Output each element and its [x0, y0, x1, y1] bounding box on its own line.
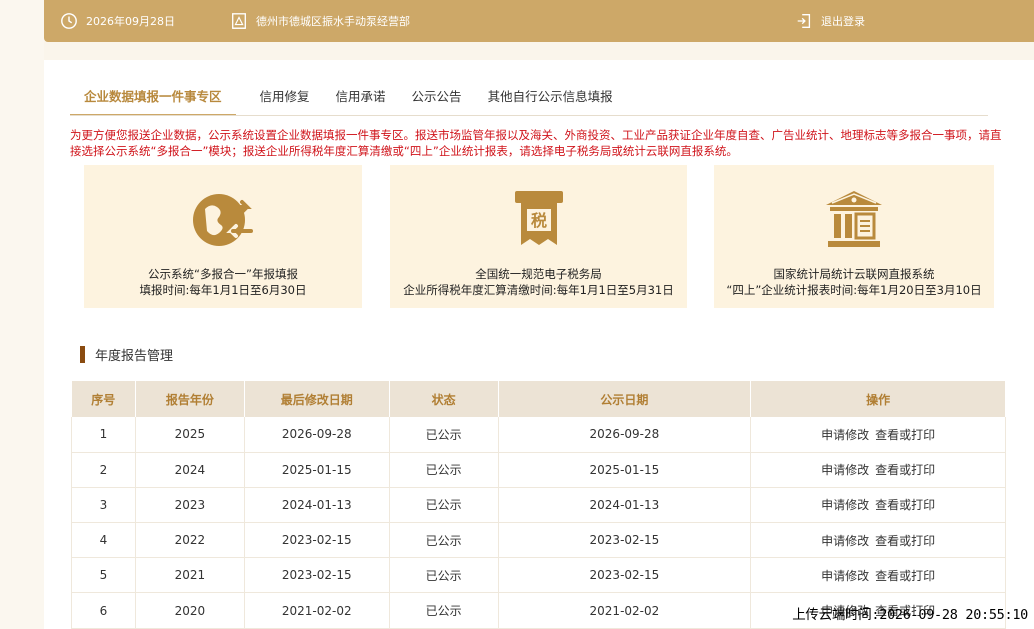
view-print-link[interactable]: 查看或打印 [875, 498, 935, 512]
cell-year: 2022 [135, 522, 245, 559]
cell-no: 3 [71, 487, 136, 524]
cell-modified: 2023-02-15 [244, 557, 390, 594]
section-title: 年度报告管理 [80, 345, 173, 364]
shop-name: 德州市德城区振水手动泵经营部 [256, 15, 410, 28]
cell-modified: 2024-01-13 [244, 487, 390, 524]
upload-timestamp: 上传云端时间:2026-09-28 20:55:10 [792, 607, 1028, 623]
table-row: 3 2023 2024-01-13 已公示 2024-01-13 申请修改 查看或打印 [71, 487, 1006, 524]
cell-year: 2025 [135, 417, 245, 453]
cell-actions: 申请修改 查看或打印 [750, 487, 1006, 524]
cell-no: 1 [71, 417, 136, 453]
logout-button[interactable]: 退出登录 [795, 0, 865, 42]
section-marker [80, 346, 85, 363]
cell-status: 已公示 [389, 592, 499, 629]
table-row: 2 2024 2025-01-15 已公示 2025-01-15 申请修改 查看或打印 [71, 452, 1006, 488]
table-row: 4 2022 2023-02-15 已公示 2023-02-15 申请修改 查看或打印 [71, 522, 1006, 559]
cell-status: 已公示 [389, 487, 499, 524]
table-row: 5 2021 2023-02-15 已公示 2023-02-15 申请修改 查看或打印 [71, 557, 1006, 594]
cell-status: 已公示 [389, 522, 499, 559]
statistics-bureau-icon [826, 191, 882, 247]
cell-actions: 申请修改 查看或打印 [750, 452, 1006, 488]
cell-status: 已公示 [389, 417, 499, 453]
cell-published: 2026-09-28 [498, 417, 752, 453]
column-header: 公示日期 [498, 381, 752, 417]
main-panel: 企业数据填报一件事专区 信用修复 信用承诺 公示公告 其他自行公示信息填报 为更… [44, 60, 1034, 629]
view-print-link[interactable]: 查看或打印 [875, 428, 935, 442]
cell-published: 2024-01-13 [498, 487, 752, 524]
cell-year: 2023 [135, 487, 245, 524]
request-modify-link[interactable]: 申请修改 [821, 498, 869, 512]
tab-credit-repair[interactable]: 信用修复 [260, 84, 310, 116]
tile-title: 全国统一规范电子税务局 [475, 267, 602, 281]
table-row: 1 2025 2026-09-28 已公示 2026-09-28 申请修改 查看或打印 [71, 417, 1006, 453]
column-header: 报告年份 [135, 381, 245, 417]
multi-report-icon [193, 194, 253, 246]
clock-icon [61, 13, 77, 29]
top-bar: 2026年09月28日 德州市德城区振水手动泵经营部 退出登录 [44, 0, 1034, 42]
shop-icon [232, 13, 246, 29]
table-header-row: 序号 报告年份 最后修改日期 状态 公示日期 操作 [71, 381, 1006, 417]
tab-bar: 企业数据填报一件事专区 信用修复 信用承诺 公示公告 其他自行公示信息填报 [70, 84, 639, 116]
cell-no: 6 [71, 592, 136, 629]
logout-label: 退出登录 [821, 15, 865, 28]
view-print-link[interactable]: 查看或打印 [875, 463, 935, 477]
view-print-link[interactable]: 查看或打印 [875, 534, 935, 548]
tab-announcements[interactable]: 公示公告 [412, 84, 462, 116]
cell-actions: 申请修改 查看或打印 [750, 522, 1006, 559]
cell-modified: 2023-02-15 [244, 522, 390, 559]
cell-no: 5 [71, 557, 136, 594]
tile-subtitle: “四上”企业统计报表时间:每年1月20日至3月10日 [726, 283, 982, 297]
cell-modified: 2025-01-15 [244, 452, 390, 488]
column-header: 操作 [750, 381, 1006, 417]
current-date: 2026年09月28日 [86, 15, 175, 28]
tile-subtitle: 企业所得税年度汇算清缴时间:每年1月1日至5月31日 [403, 283, 674, 297]
request-modify-link[interactable]: 申请修改 [821, 534, 869, 548]
view-print-link[interactable]: 查看或打印 [875, 569, 935, 583]
cell-published: 2023-02-15 [498, 557, 752, 594]
notice-text: 为更方便您报送企业数据，公示系统设置企业数据填报一件事专区。报送市场监管年报以及… [70, 128, 1002, 158]
cell-no: 4 [71, 522, 136, 559]
cell-year: 2020 [135, 592, 245, 629]
cell-year: 2024 [135, 452, 245, 488]
tile-subtitle: 填报时间:每年1月1日至6月30日 [139, 283, 307, 297]
table-body: 1 2025 2026-09-28 已公示 2026-09-28 申请修改 查看或打印 2 20… [71, 417, 1006, 629]
column-header: 最后修改日期 [244, 381, 390, 417]
tab-credit-commitment[interactable]: 信用承诺 [336, 84, 386, 116]
cell-actions: 申请修改 查看或打印 [750, 417, 1006, 453]
cell-actions: 申请修改 查看或打印 [750, 557, 1006, 594]
request-modify-link[interactable]: 申请修改 [821, 569, 869, 583]
request-modify-link[interactable]: 申请修改 [821, 463, 869, 477]
cell-no: 2 [71, 452, 136, 488]
tab-other-disclosure[interactable]: 其他自行公示信息填报 [488, 84, 613, 116]
shop-display: 德州市德城区振水手动泵经营部 [230, 0, 410, 42]
tab-data-filing[interactable]: 企业数据填报一件事专区 [70, 84, 236, 116]
tile-statistics[interactable]: 国家统计局统计云联网直报系统 “四上”企业统计报表时间:每年1月20日至3月10… [714, 165, 994, 308]
tile-title: 公示系统“多报合一”年报填报 [148, 267, 298, 281]
cell-published: 2023-02-15 [498, 522, 752, 559]
cell-status: 已公示 [389, 452, 499, 488]
tile-title: 国家统计局统计云联网直报系统 [773, 267, 935, 281]
cell-published: 2021-02-02 [498, 592, 752, 629]
section-title-text: 年度报告管理 [95, 349, 174, 364]
tax-icon: 税 [514, 191, 563, 245]
cell-modified: 2021-02-02 [244, 592, 390, 629]
svg-text:税: 税 [530, 211, 546, 230]
column-header: 状态 [389, 381, 499, 417]
tile-multi-report[interactable]: 公示系统“多报合一”年报填报 填报时间:每年1月1日至6月30日 [84, 165, 362, 308]
request-modify-link[interactable]: 申请修改 [821, 428, 869, 442]
column-header: 序号 [71, 381, 136, 417]
date-display: 2026年09月28日 [60, 0, 175, 42]
page-margin [0, 0, 44, 629]
tab-divider [70, 115, 988, 116]
cell-modified: 2026-09-28 [244, 417, 390, 453]
logout-icon [797, 14, 811, 28]
cell-status: 已公示 [389, 557, 499, 594]
cell-published: 2025-01-15 [498, 452, 752, 488]
cell-year: 2021 [135, 557, 245, 594]
annual-report-table: 序号 报告年份 最后修改日期 状态 公示日期 操作 1 2025 2026-09-2… [71, 381, 1006, 629]
tile-e-tax[interactable]: 税 全国统一规范电子税务局 企业所得税年度汇算清缴时间:每年1月1日至5月31日 [390, 165, 687, 308]
